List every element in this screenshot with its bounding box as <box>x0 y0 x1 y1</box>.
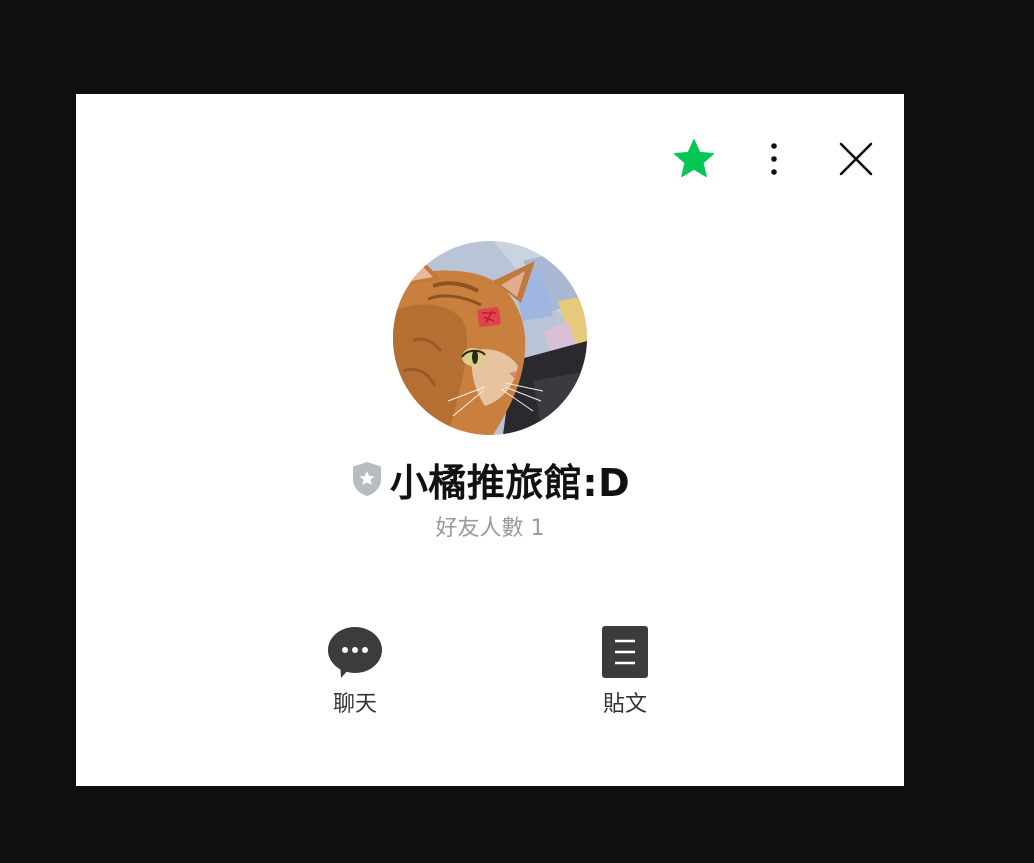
chat-bubble-icon <box>328 627 382 678</box>
profile-name: 小橘推旅館:D <box>389 460 631 505</box>
chat-label: 聊天 <box>332 692 377 717</box>
profile-avatar[interactable] <box>393 241 587 435</box>
document-icon <box>602 626 648 678</box>
star-icon <box>674 139 714 177</box>
close-icon <box>839 142 873 176</box>
close-button[interactable] <box>834 136 878 182</box>
favorite-button[interactable] <box>670 136 718 182</box>
profile-name-row: 小橘推旅館:D <box>76 454 904 505</box>
friend-count: 好友人數 1 <box>435 516 545 541</box>
post-button[interactable]: 貼文 <box>565 622 685 722</box>
more-options-button[interactable] <box>756 136 792 182</box>
avatar-cat-image <box>393 241 587 435</box>
modal-backdrop[interactable]: 小橘推旅館:D 好友人數 1 聊天 貼文 <box>0 0 1034 863</box>
shield-star-icon <box>352 462 381 496</box>
profile-card: 小橘推旅館:D 好友人數 1 聊天 貼文 <box>76 94 904 786</box>
chat-button[interactable]: 聊天 <box>295 622 415 722</box>
vertical-dots-icon <box>771 143 777 175</box>
chat-icon-wrap <box>325 622 385 682</box>
post-icon-wrap <box>595 622 655 682</box>
post-label: 貼文 <box>602 692 647 717</box>
